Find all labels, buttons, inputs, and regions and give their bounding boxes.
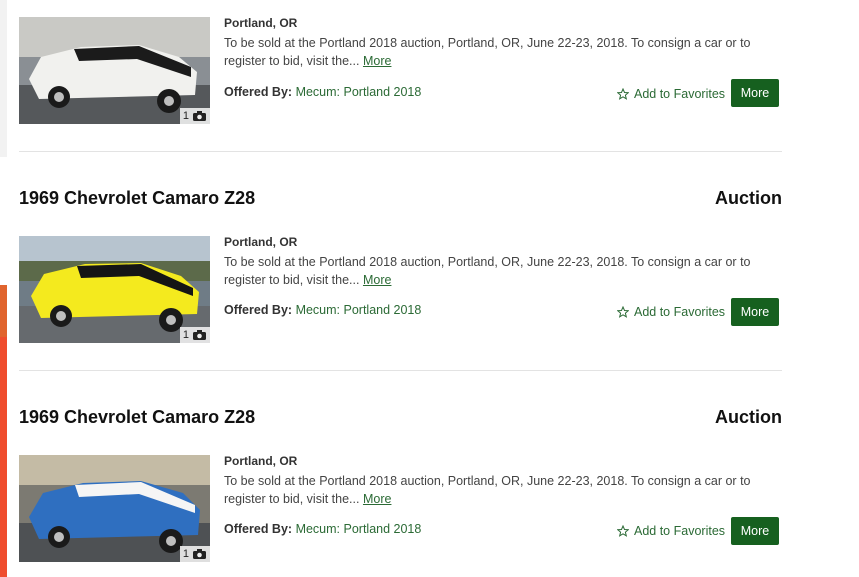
listing-title[interactable]: 1969 Chevrolet Camaro Z28 (19, 188, 255, 209)
add-to-favorites-button[interactable]: Add to Favorites (617, 305, 725, 319)
more-button[interactable]: More (731, 79, 779, 107)
favorites-label: Add to Favorites (634, 305, 726, 319)
star-icon (617, 306, 629, 318)
star-icon (617, 88, 629, 100)
camera-icon (193, 111, 206, 121)
listing-thumbnail[interactable]: 1 (19, 236, 210, 343)
description-more-link[interactable]: More (363, 492, 391, 506)
photo-count-badge[interactable]: 1 (179, 108, 210, 124)
seller-link[interactable]: Mecum: Portland 2018 (296, 303, 422, 317)
description-text: To be sold at the Portland 2018 auction,… (224, 255, 751, 287)
camera-icon (193, 330, 206, 340)
more-button[interactable]: More (731, 298, 779, 326)
description-more-link[interactable]: More (363, 273, 391, 287)
listing-thumbnail[interactable]: 1 (19, 17, 210, 124)
description-text: To be sold at the Portland 2018 auction,… (224, 474, 751, 506)
seller-link[interactable]: Mecum: Portland 2018 (296, 522, 422, 536)
listing-description: To be sold at the Portland 2018 auction,… (224, 34, 779, 70)
listing-title[interactable]: 1969 Chevrolet Camaro Z28 (19, 407, 255, 428)
camera-icon (193, 549, 206, 559)
left-page-edge (0, 0, 7, 577)
add-to-favorites-button[interactable]: Add to Favorites (617, 87, 725, 101)
description-text: To be sold at the Portland 2018 auction,… (224, 36, 751, 68)
listing-thumbnail[interactable]: 1 (19, 455, 210, 562)
offered-by-label: Offered By: (224, 522, 293, 536)
listing-divider (19, 370, 782, 371)
listing-description: To be sold at the Portland 2018 auction,… (224, 472, 779, 508)
offered-by: Offered By: Mecum: Portland 2018 (224, 522, 421, 536)
listing-divider (19, 151, 782, 152)
listing-location: Portland, OR (224, 454, 298, 468)
offered-by: Offered By: Mecum: Portland 2018 (224, 85, 421, 99)
add-to-favorites-button[interactable]: Add to Favorites (617, 524, 725, 538)
listing-location: Portland, OR (224, 16, 298, 30)
more-button[interactable]: More (731, 517, 779, 545)
photo-count: 1 (182, 329, 189, 341)
offered-by-label: Offered By: (224, 303, 293, 317)
star-icon (617, 525, 629, 537)
listing-type: Auction (715, 407, 782, 427)
favorites-label: Add to Favorites (634, 524, 726, 538)
description-more-link[interactable]: More (363, 54, 391, 68)
photo-count: 1 (182, 110, 189, 122)
seller-link[interactable]: Mecum: Portland 2018 (296, 85, 422, 99)
favorites-label: Add to Favorites (634, 87, 726, 101)
listing-location: Portland, OR (224, 235, 298, 249)
offered-by-label: Offered By: (224, 85, 293, 99)
photo-count-badge[interactable]: 1 (179, 546, 210, 562)
photo-count: 1 (182, 548, 189, 560)
listing-type: Auction (715, 188, 782, 208)
offered-by: Offered By: Mecum: Portland 2018 (224, 303, 421, 317)
listing-description: To be sold at the Portland 2018 auction,… (224, 253, 779, 289)
photo-count-badge[interactable]: 1 (179, 327, 210, 343)
